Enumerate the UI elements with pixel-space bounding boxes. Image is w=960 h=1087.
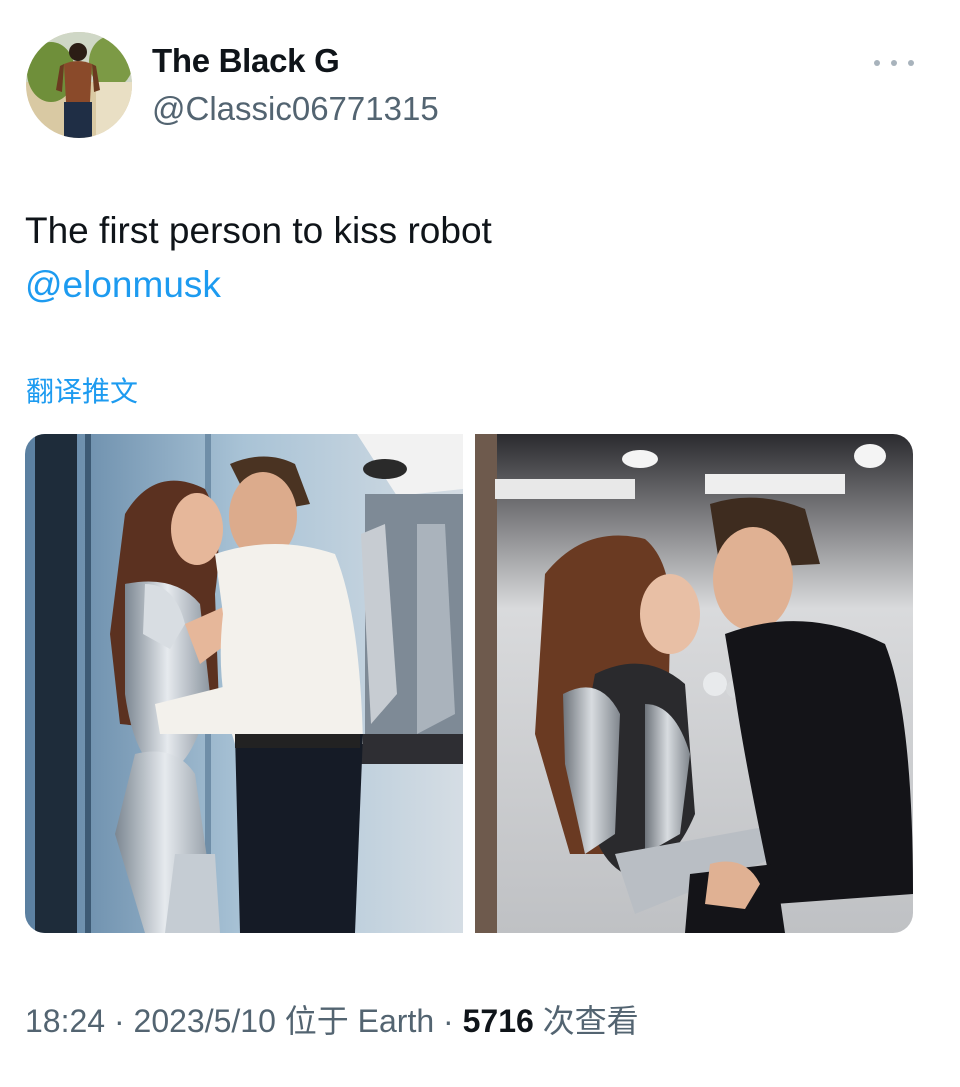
tweet-photo-2[interactable] xyxy=(475,434,913,933)
tweet-date[interactable]: 2023/5/10 xyxy=(134,1003,276,1039)
views-count: 5716 xyxy=(462,1003,534,1039)
meta-separator: · xyxy=(434,1003,463,1039)
views-label: 次查看 xyxy=(533,1003,639,1039)
avatar[interactable] xyxy=(26,32,132,138)
tweet-photo-1[interactable] xyxy=(25,434,463,933)
display-name[interactable]: The Black G xyxy=(152,42,340,80)
user-handle[interactable]: @Classic06771315 xyxy=(152,90,439,128)
media-grid xyxy=(25,434,913,933)
mention-link[interactable]: @elonmusk xyxy=(25,258,492,312)
translate-tweet-link[interactable]: 翻译推文 xyxy=(26,370,138,410)
tweet-location: 位于 Earth xyxy=(275,1003,435,1039)
tweet-card: The Black G @Classic06771315 The first p… xyxy=(0,0,960,1087)
tweet-text: The first person to kiss robot @elonmusk xyxy=(25,204,492,312)
meta-separator: · xyxy=(105,1003,134,1039)
tweet-meta: 18:24 · 2023/5/10 位于 Earth · 5716 次查看 xyxy=(25,996,639,1042)
more-horizontal-icon[interactable] xyxy=(874,52,914,74)
tweet-time[interactable]: 18:24 xyxy=(25,1003,105,1039)
tweet-body: The first person to kiss robot xyxy=(25,210,492,251)
